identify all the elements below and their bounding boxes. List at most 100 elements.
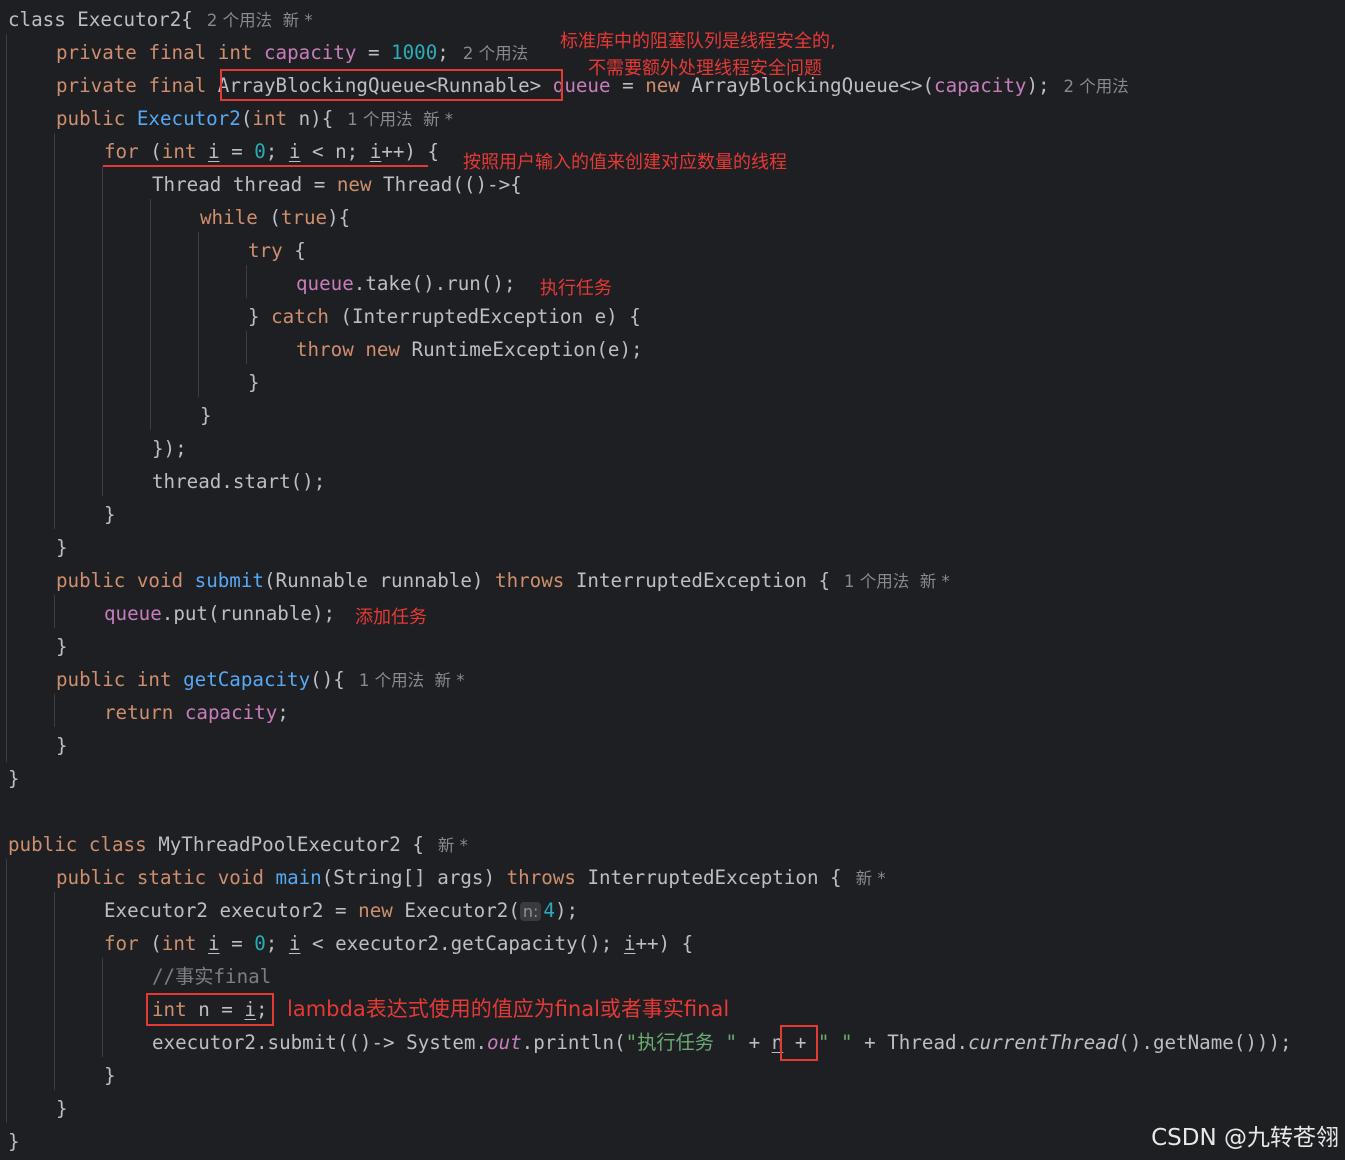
code-line-34[interactable]: } xyxy=(56,1092,68,1125)
code-text: = xyxy=(219,140,255,163)
code-text: Executor2( xyxy=(392,899,520,922)
field-name: capacity xyxy=(934,74,1027,97)
keyword: public xyxy=(56,668,126,691)
code-line-24[interactable]: } xyxy=(8,762,20,795)
code-line-1[interactable]: class Executor2{ 2 个用法 新 * xyxy=(8,3,313,36)
code-line-28[interactable]: Executor2 executor2 = new Executor2(n: 4)… xyxy=(104,894,578,927)
number-literal: 0 xyxy=(254,140,266,163)
code-line-5[interactable]: for (int i = 0; i < n; i++) { xyxy=(104,135,439,168)
loop-variable: i xyxy=(207,140,220,163)
keyword: private xyxy=(56,41,137,64)
code-text: ); xyxy=(554,899,579,922)
code-line-2[interactable]: private final int capacity = 1000; 2 个用法 xyxy=(56,36,528,69)
code-text: } xyxy=(200,404,212,427)
code-text: Executor2 executor2 = xyxy=(104,899,359,922)
code-line-14[interactable]: }); xyxy=(152,432,187,465)
code-line-15[interactable]: thread.start(); xyxy=(152,465,325,498)
code-line-22[interactable]: return capacity; xyxy=(104,696,289,729)
usage-hint[interactable]: 2 个用法 新 * xyxy=(207,11,313,30)
code-line-33[interactable]: } xyxy=(104,1059,116,1092)
code-line-13[interactable]: } xyxy=(200,399,212,432)
code-line-27[interactable]: public static void main(String[] args) t… xyxy=(56,861,886,894)
code-text: (InterruptedException e) { xyxy=(328,305,641,328)
usage-hint[interactable]: 1 个用法 新 * xyxy=(359,671,465,690)
code-line-20[interactable]: } xyxy=(56,630,68,663)
code-line-29[interactable]: for (int i = 0; i < executor2.getCapacit… xyxy=(104,927,693,960)
code-text: executor2.submit(()-> System. xyxy=(152,1031,488,1054)
code-text: } xyxy=(56,635,68,658)
code-text: } xyxy=(56,734,68,757)
code-text: ().getName())); xyxy=(1118,1031,1292,1054)
code-line-7[interactable]: while (true){ xyxy=(200,201,350,234)
usage-hint[interactable]: 1 个用法 新 * xyxy=(844,572,950,591)
usage-hint[interactable]: 新 * xyxy=(438,836,468,855)
indent-guide xyxy=(102,166,103,496)
keyword: void xyxy=(136,569,184,592)
usage-hint[interactable]: 新 * xyxy=(856,869,886,888)
indent-guide xyxy=(246,265,247,298)
code-line-8[interactable]: try { xyxy=(248,234,306,267)
field-name: queue xyxy=(104,602,162,625)
code-line-12[interactable]: } xyxy=(248,366,260,399)
code-line-30[interactable]: //事实final xyxy=(152,960,271,993)
keyword: final xyxy=(148,74,207,97)
code-text: } xyxy=(104,503,116,526)
code-text: class Executor2{ xyxy=(8,8,193,31)
code-editor[interactable]: class Executor2{2 个用法 新 * private final … xyxy=(0,0,1345,1160)
keyword: throw xyxy=(296,338,354,361)
method-name: main xyxy=(275,866,322,889)
code-line-19[interactable]: queue.put(runnable); xyxy=(104,597,335,630)
code-line-17[interactable]: } xyxy=(56,531,68,564)
annotation-add-task: 添加任务 xyxy=(355,607,427,628)
annotation-thread-safe-1: 标准库中的阻塞队列是线程安全的, xyxy=(560,31,836,52)
indent-guide xyxy=(6,34,7,762)
indent-guide xyxy=(54,892,55,1090)
code-text: + xyxy=(737,1031,772,1054)
code-line-10[interactable]: } catch (InterruptedException e) { xyxy=(248,300,641,333)
keyword: catch xyxy=(271,305,329,328)
keyword: throws xyxy=(495,569,565,592)
usage-hint[interactable]: 2 个用法 xyxy=(463,44,528,63)
code-line-4[interactable]: public Executor2(int n){1 个用法 新 * xyxy=(56,102,453,135)
keyword: new xyxy=(365,338,400,361)
keyword: true xyxy=(280,206,328,229)
code-text: ; xyxy=(265,140,289,163)
field-name: capacity xyxy=(184,701,278,724)
usage-hint[interactable]: 2 个用法 xyxy=(1064,77,1129,96)
code-line-35[interactable]: } xyxy=(8,1125,20,1158)
code-text: MyThreadPoolExecutor2 { xyxy=(146,833,424,856)
code-text: + Thread. xyxy=(852,1031,969,1054)
keyword: public xyxy=(56,569,126,592)
code-line-32[interactable]: executor2.submit(()-> System.out.println… xyxy=(152,1026,1292,1059)
code-text: = xyxy=(219,932,255,955)
code-text: } xyxy=(56,536,68,559)
indent-guide xyxy=(54,694,55,727)
keyword: new xyxy=(358,899,393,922)
keyword: while xyxy=(200,206,258,229)
indent-guide xyxy=(198,232,199,397)
code-text: }); xyxy=(152,437,187,460)
usage-hint[interactable]: 1 个用法 新 * xyxy=(347,110,453,129)
field-name: queue xyxy=(296,272,354,295)
code-line-26[interactable]: public class MyThreadPoolExecutor2 {新 * xyxy=(8,828,468,861)
code-line-18[interactable]: public void submit(Runnable runnable) th… xyxy=(56,564,950,597)
code-line-11[interactable]: throw new RuntimeException(e); xyxy=(296,333,643,366)
highlight-box-queue-type xyxy=(220,69,563,101)
keyword: int xyxy=(136,668,172,691)
code-line-21[interactable]: public int getCapacity(){1 个用法 新 * xyxy=(56,663,465,696)
code-text: ; xyxy=(437,41,449,64)
code-text: } xyxy=(56,1097,68,1120)
code-line-23[interactable]: } xyxy=(56,729,68,762)
code-line-16[interactable]: } xyxy=(104,498,116,531)
code-line-9[interactable]: queue.take().run(); xyxy=(296,267,516,300)
code-text: .println( xyxy=(521,1031,626,1054)
code-text: ; xyxy=(277,701,289,724)
